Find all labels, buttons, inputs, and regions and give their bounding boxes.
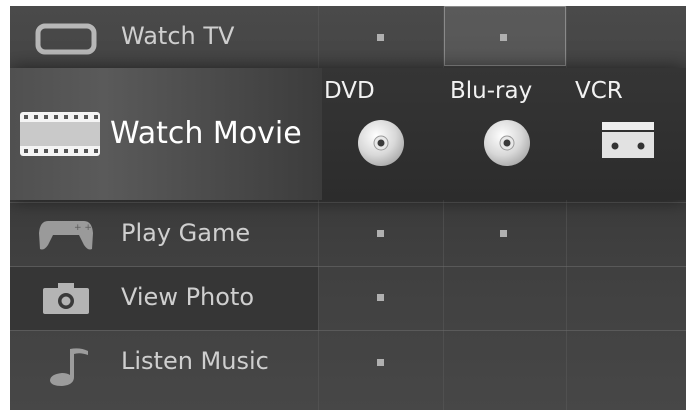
- music-note-icon: [28, 345, 104, 387]
- svg-text:+ +: + +: [74, 223, 92, 233]
- menu-item-view-photo[interactable]: View Photo: [10, 267, 686, 330]
- menu-item-watch-tv[interactable]: Watch TV: [10, 6, 686, 68]
- menu-item-label: Watch TV: [121, 22, 235, 50]
- option-marker[interactable]: [500, 34, 507, 41]
- source-option-blu-ray[interactable]: Blu-ray: [446, 68, 568, 200]
- source-label: DVD: [324, 78, 375, 104]
- source-option-vcr[interactable]: VCR: [567, 68, 686, 200]
- disc-icon: [446, 118, 568, 168]
- option-marker[interactable]: [377, 359, 384, 366]
- option-marker[interactable]: [377, 34, 384, 41]
- menu-item-label: Play Game: [121, 219, 251, 247]
- menu-item-listen-music[interactable]: Listen Music: [10, 331, 686, 410]
- tv-icon: [28, 23, 104, 55]
- film-strip-icon: [20, 112, 100, 156]
- menu-item-label: View Photo: [121, 283, 255, 311]
- disc-icon: [320, 118, 442, 168]
- menu-item-label: Watch Movie: [110, 116, 302, 151]
- option-marker[interactable]: [377, 294, 384, 301]
- gamepad-icon: + +: [28, 217, 104, 251]
- menu-item-label: Listen Music: [121, 347, 269, 375]
- vcr-tape-icon: [567, 122, 686, 158]
- media-menu-screen: Watch TV Watch Movie DVD Blu-ray VCR + +…: [10, 6, 686, 410]
- menu-item-play-game[interactable]: + + Play Game: [10, 203, 686, 266]
- source-label: Blu-ray: [450, 78, 533, 104]
- camera-icon: [28, 281, 104, 315]
- option-marker[interactable]: [500, 230, 507, 237]
- source-option-dvd[interactable]: DVD: [320, 68, 442, 200]
- source-label: VCR: [575, 78, 623, 104]
- menu-item-watch-movie[interactable]: Watch Movie DVD Blu-ray VCR: [10, 68, 686, 200]
- option-marker[interactable]: [377, 230, 384, 237]
